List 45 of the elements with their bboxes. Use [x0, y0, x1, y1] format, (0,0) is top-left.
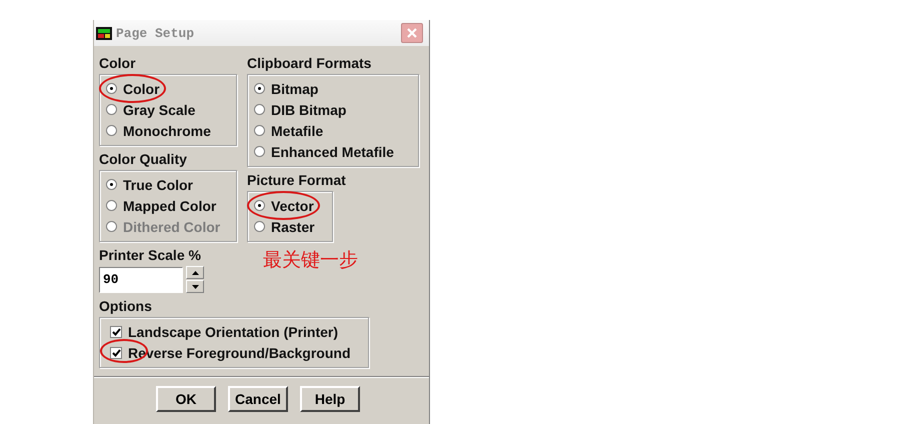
ok-button[interactable]: OK [156, 386, 216, 412]
spin-up-button[interactable] [186, 266, 204, 279]
option-label: DIB Bitmap [271, 102, 346, 118]
cancel-button[interactable]: Cancel [228, 386, 288, 412]
option-label: Color [123, 80, 160, 96]
close-icon [406, 27, 418, 39]
checkbox[interactable] [110, 346, 122, 358]
option-label: Bitmap [271, 80, 318, 96]
radio-button[interactable] [106, 83, 117, 94]
group-label: Picture Format [247, 172, 347, 188]
close-button[interactable] [401, 23, 423, 43]
option-label: Gray Scale [123, 102, 196, 118]
scale-input[interactable]: 90 [99, 266, 183, 292]
radio-button[interactable] [254, 200, 265, 211]
option-label: Enhanced Metafile [271, 144, 394, 160]
help-button[interactable]: Help [300, 386, 360, 412]
option-label: Metafile [271, 122, 324, 138]
spin-down-button[interactable] [186, 280, 204, 293]
down-arrow-icon [192, 284, 198, 288]
checkbox[interactable] [110, 326, 122, 338]
option-label: Monochrome [123, 122, 211, 138]
up-arrow-icon [192, 270, 198, 274]
radio-button[interactable] [254, 221, 265, 232]
radio-button[interactable] [106, 200, 117, 211]
app-icon [96, 26, 112, 40]
option-label: True Color [123, 176, 194, 192]
group-label: Clipboard Formats [247, 55, 372, 71]
option-label: Vector [271, 198, 314, 214]
field-label: Printer Scale % [99, 247, 202, 263]
radio-button[interactable] [254, 104, 265, 115]
radio-button[interactable] [254, 146, 265, 157]
annotation-note: 最关键一步 [263, 248, 359, 273]
radio-button[interactable] [106, 104, 117, 115]
group-label: Options [99, 298, 153, 314]
radio-button[interactable] [254, 83, 265, 94]
radio-button[interactable] [106, 125, 117, 136]
group-label: Color Quality [99, 151, 188, 167]
radio-button[interactable] [254, 125, 265, 136]
checkbox-label: Landscape Orientation (Printer) [128, 324, 338, 340]
option-label: Raster [271, 218, 315, 234]
option-label: Dithered Color [123, 218, 220, 234]
radio-button[interactable] [106, 179, 117, 190]
window-title: Page Setup [116, 26, 196, 40]
group-label: Color [99, 55, 137, 71]
option-label: Mapped Color [123, 198, 216, 214]
